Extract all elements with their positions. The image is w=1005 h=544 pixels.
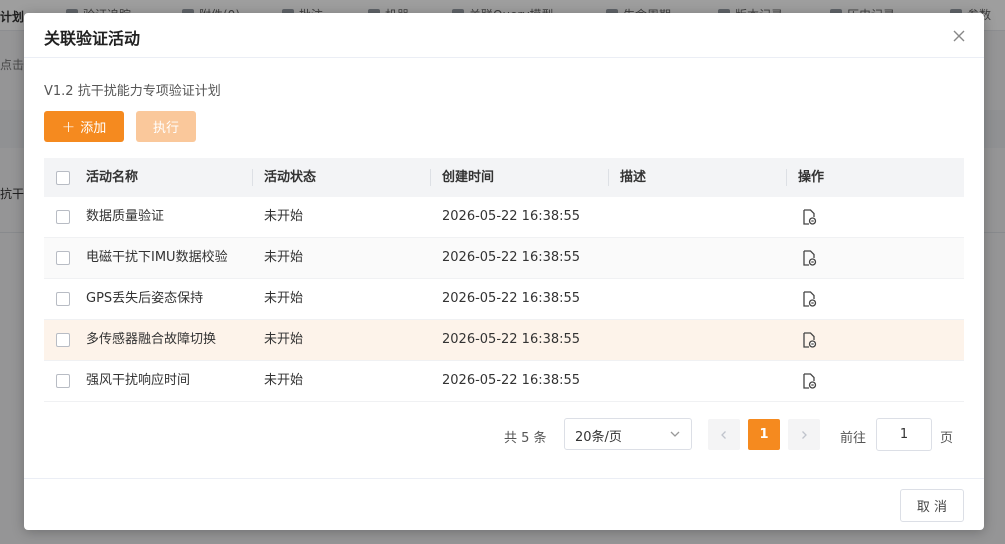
view-document-icon[interactable] [800, 290, 818, 308]
page-size-select[interactable]: 20条/页 [564, 418, 692, 450]
link-activities-dialog: 关联验证活动 V1.2 抗干扰能力专项验证计划 + 添加 执行 活动名称 活动状… [24, 13, 984, 530]
table-row[interactable]: GPS丢失后姿态保持 未开始 2026-05-22 16:38:55 [44, 279, 964, 320]
select-all-checkbox[interactable] [56, 171, 70, 185]
column-header-desc: 描述 [620, 170, 647, 185]
goto-page-input[interactable]: 1 [876, 418, 932, 451]
footer-divider [24, 478, 984, 479]
activities-table: 活动名称 活动状态 创建时间 描述 操作 数据质量验证 未开始 2026-05-… [44, 158, 964, 402]
column-divider [786, 169, 787, 186]
activity-status: 未开始 [264, 373, 304, 388]
column-divider [608, 169, 609, 186]
page-number-current[interactable]: 1 [748, 419, 780, 450]
view-document-icon[interactable] [800, 331, 818, 349]
chevron-left-icon [721, 430, 726, 439]
pagination-total: 共 5 条 [504, 431, 547, 446]
row-checkbox[interactable] [56, 333, 70, 347]
activity-name: 数据质量验证 [86, 209, 165, 224]
view-document-icon[interactable] [800, 249, 818, 267]
row-checkbox[interactable] [56, 251, 70, 265]
activity-created: 2026-05-22 16:38:55 [442, 209, 581, 224]
column-header-actions: 操作 [798, 170, 825, 185]
column-divider [430, 169, 431, 186]
table-row[interactable]: 多传感器融合故障切换 未开始 2026-05-22 16:38:55 [44, 320, 964, 361]
view-document-icon[interactable] [800, 208, 818, 226]
column-header-created: 创建时间 [442, 170, 495, 185]
dialog-title: 关联验证活动 [44, 29, 141, 48]
table-header: 活动名称 活动状态 创建时间 描述 操作 [44, 158, 964, 197]
add-button-label: 添加 [80, 121, 107, 136]
activity-status: 未开始 [264, 332, 304, 347]
plan-name: V1.2 抗干扰能力专项验证计划 [44, 84, 221, 99]
prev-page-button[interactable] [708, 419, 740, 450]
row-checkbox[interactable] [56, 292, 70, 306]
add-button[interactable]: + 添加 [44, 111, 124, 142]
activity-name: 多传感器融合故障切换 [86, 332, 217, 347]
execute-button[interactable]: 执行 [136, 111, 196, 142]
cancel-button[interactable]: 取 消 [900, 489, 964, 522]
goto-label: 前往 [840, 431, 867, 446]
table-row[interactable]: 电磁干扰下IMU数据校验 未开始 2026-05-22 16:38:55 [44, 238, 964, 279]
chevron-down-icon [669, 428, 681, 444]
table-row[interactable]: 数据质量验证 未开始 2026-05-22 16:38:55 [44, 197, 964, 238]
column-divider [252, 169, 253, 186]
dialog-header: 关联验证活动 [24, 13, 984, 58]
table-row[interactable]: 强风干扰响应时间 未开始 2026-05-22 16:38:55 [44, 361, 964, 402]
row-checkbox[interactable] [56, 374, 70, 388]
activity-created: 2026-05-22 16:38:55 [442, 250, 581, 265]
row-checkbox[interactable] [56, 210, 70, 224]
column-header-status: 活动状态 [264, 170, 317, 185]
activity-status: 未开始 [264, 209, 304, 224]
activity-created: 2026-05-22 16:38:55 [442, 332, 581, 347]
next-page-button[interactable] [788, 419, 820, 450]
activity-name: GPS丢失后姿态保持 [86, 291, 204, 306]
close-icon[interactable] [952, 29, 966, 43]
activity-created: 2026-05-22 16:38:55 [442, 373, 581, 388]
activity-name: 电磁干扰下IMU数据校验 [86, 250, 228, 265]
activity-created: 2026-05-22 16:38:55 [442, 291, 581, 306]
page-unit-label: 页 [940, 431, 954, 446]
activity-name: 强风干扰响应时间 [86, 373, 191, 388]
activity-status: 未开始 [264, 291, 304, 306]
chevron-right-icon [802, 430, 807, 439]
activity-status: 未开始 [264, 250, 304, 265]
view-document-icon[interactable] [800, 372, 818, 390]
page-size-value: 20条/页 [575, 430, 622, 445]
plus-icon: + [61, 116, 76, 136]
column-header-name: 活动名称 [86, 170, 139, 185]
